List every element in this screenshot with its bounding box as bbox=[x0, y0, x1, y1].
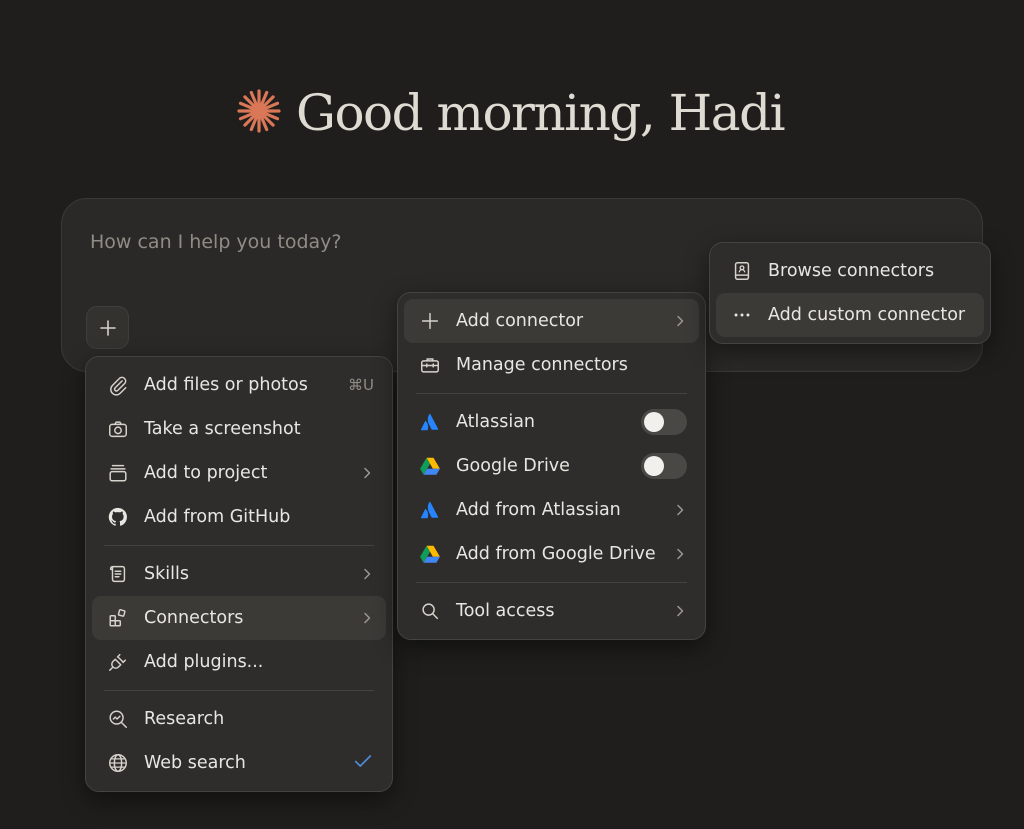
menu-item-label: Take a screenshot bbox=[144, 419, 301, 439]
chevron-right-icon bbox=[360, 567, 374, 581]
chevron-right-icon bbox=[673, 503, 687, 517]
menu-item-browse-connectors[interactable]: Browse connectors bbox=[716, 249, 984, 293]
greeting: Good morning, Hadi bbox=[236, 84, 786, 142]
menu-item-add-from-github[interactable]: Add from GitHub bbox=[92, 495, 386, 539]
menu-item-add-files[interactable]: Add files or photos ⌘U bbox=[92, 363, 386, 407]
menu-item-label: Tool access bbox=[456, 601, 555, 621]
menu-item-label: Browse connectors bbox=[768, 261, 935, 281]
menu-item-label: Add connector bbox=[456, 311, 584, 331]
add-content-button[interactable] bbox=[86, 306, 129, 349]
google-drive-icon bbox=[418, 542, 442, 566]
menu-item-tool-access[interactable]: Tool access bbox=[404, 589, 699, 633]
add-menu: Add files or photos ⌘U Take a screenshot… bbox=[85, 356, 393, 792]
book-icon bbox=[730, 259, 754, 283]
menu-item-add-to-project[interactable]: Add to project bbox=[92, 451, 386, 495]
menu-item-label: Add from Google Drive bbox=[456, 544, 656, 564]
menu-item-label: Add from Atlassian bbox=[456, 500, 621, 520]
menu-item-label: Google Drive bbox=[456, 456, 570, 476]
menu-separator bbox=[104, 690, 374, 691]
menu-item-web-search[interactable]: Web search bbox=[92, 741, 386, 785]
shortcut-label: ⌘U bbox=[348, 376, 374, 394]
chevron-right-icon bbox=[673, 604, 687, 618]
sparkle-icon bbox=[236, 88, 282, 138]
menu-item-label: Add from GitHub bbox=[144, 507, 291, 527]
atlassian-icon bbox=[418, 410, 442, 434]
atlassian-icon bbox=[418, 498, 442, 522]
plug-icon bbox=[106, 650, 130, 674]
menu-item-google-drive[interactable]: Google Drive bbox=[404, 444, 699, 488]
github-icon bbox=[106, 505, 130, 529]
chevron-right-icon bbox=[673, 314, 687, 328]
menu-item-label: Add plugins... bbox=[144, 652, 264, 672]
chevron-right-icon bbox=[360, 611, 374, 625]
atlassian-toggle[interactable] bbox=[641, 409, 687, 435]
google-drive-icon bbox=[418, 454, 442, 478]
menu-item-add-from-atlassian[interactable]: Add from Atlassian bbox=[404, 488, 699, 532]
menu-item-add-from-google-drive[interactable]: Add from Google Drive bbox=[404, 532, 699, 576]
menu-item-manage-connectors[interactable]: Manage connectors bbox=[404, 343, 699, 387]
plus-icon bbox=[99, 319, 116, 336]
scroll-icon bbox=[106, 562, 130, 586]
more-icon bbox=[730, 303, 754, 327]
menu-separator bbox=[416, 582, 687, 583]
menu-item-label: Connectors bbox=[144, 608, 244, 628]
checkmark-icon bbox=[352, 750, 374, 777]
menu-item-label: Research bbox=[144, 709, 225, 729]
plus-icon bbox=[418, 309, 442, 333]
menu-item-take-screenshot[interactable]: Take a screenshot bbox=[92, 407, 386, 451]
connectors-icon bbox=[106, 606, 130, 630]
message-input[interactable] bbox=[90, 231, 690, 253]
menu-item-label: Add custom connector bbox=[768, 305, 966, 325]
menu-item-label: Add to project bbox=[144, 463, 268, 483]
menu-item-connectors[interactable]: Connectors bbox=[92, 596, 386, 640]
search-icon bbox=[418, 599, 442, 623]
chevron-right-icon bbox=[673, 547, 687, 561]
project-icon bbox=[106, 461, 130, 485]
connectors-submenu: Add connector Manage connectors Atlassia… bbox=[397, 292, 706, 640]
menu-item-label: Atlassian bbox=[456, 412, 536, 432]
menu-item-label: Manage connectors bbox=[456, 355, 628, 375]
menu-item-add-plugins[interactable]: Add plugins... bbox=[92, 640, 386, 684]
menu-item-label: Add files or photos bbox=[144, 375, 308, 395]
globe-icon bbox=[106, 751, 130, 775]
menu-separator bbox=[104, 545, 374, 546]
menu-item-atlassian[interactable]: Atlassian bbox=[404, 400, 699, 444]
greeting-text: Good morning, Hadi bbox=[296, 84, 786, 142]
paperclip-icon bbox=[106, 373, 130, 397]
chevron-right-icon bbox=[360, 466, 374, 480]
menu-separator bbox=[416, 393, 687, 394]
add-connector-submenu: Browse connectors Add custom connector bbox=[709, 242, 991, 344]
toolbox-icon bbox=[418, 353, 442, 377]
menu-item-add-connector[interactable]: Add connector bbox=[404, 299, 699, 343]
google-drive-toggle[interactable] bbox=[641, 453, 687, 479]
menu-item-add-custom-connector[interactable]: Add custom connector bbox=[716, 293, 984, 337]
menu-item-label: Skills bbox=[144, 564, 189, 584]
menu-item-skills[interactable]: Skills bbox=[92, 552, 386, 596]
menu-item-research[interactable]: Research bbox=[92, 697, 386, 741]
menu-item-label: Web search bbox=[144, 753, 246, 773]
research-icon bbox=[106, 707, 130, 731]
camera-icon bbox=[106, 417, 130, 441]
